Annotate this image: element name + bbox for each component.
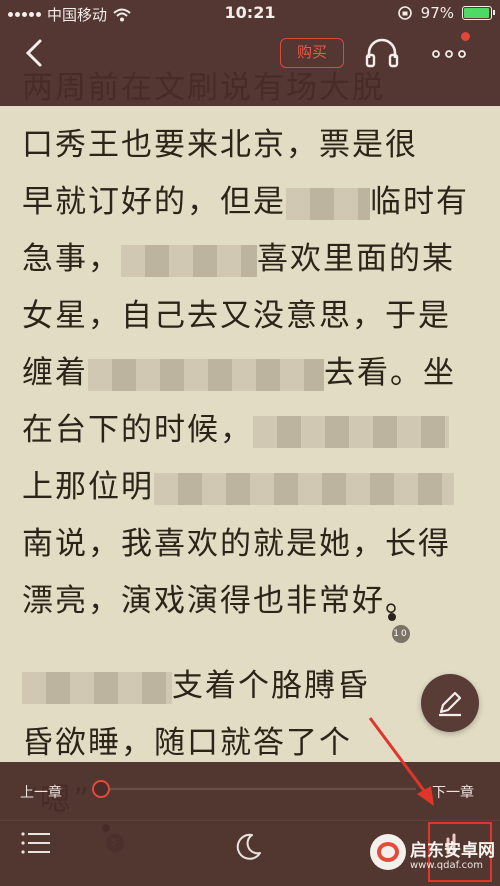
text-segment: ，票是很 — [286, 127, 418, 163]
notification-dot — [461, 32, 470, 41]
text-segment: 去看。坐 — [324, 355, 456, 391]
battery-icon — [462, 6, 495, 20]
moon-icon — [236, 833, 261, 860]
redacted-text — [22, 671, 172, 704]
text-segment: 临时有 — [370, 184, 469, 220]
note-count-badge[interactable]: 10 — [392, 625, 410, 643]
back-button[interactable] — [18, 36, 52, 70]
text-line[interactable]: 上那位明 — [22, 459, 482, 516]
text-segment: 上那位明 — [22, 469, 154, 505]
pen-note-button[interactable] — [421, 674, 479, 732]
list-icon — [21, 832, 50, 854]
chevron-left-icon — [25, 39, 42, 67]
text-line[interactable]: 漂亮，演戏演得也非常好。 10 — [22, 573, 482, 643]
text-segment: 在台下的时候， — [22, 412, 253, 448]
redacted-text — [154, 472, 454, 505]
text-segment: 支着个胳膊昏 — [172, 668, 370, 704]
text-line[interactable]: 女星，自己去又没意思，于是 — [22, 288, 482, 345]
watermark-url: www.qdaf.com — [410, 860, 483, 871]
text-line[interactable]: 口秀王也要来北京，票是很 — [22, 117, 482, 174]
buy-button[interactable]: 购买 — [280, 38, 344, 68]
text-line[interactable]: 支着个胳膊昏 — [22, 658, 482, 715]
reading-content: 两周前在文刷说有场大脱口秀王也要来北京，票是很早就订好的，但是临时有急事，喜欢里… — [22, 60, 482, 852]
site-watermark: 启东安卓网 www.qdaf.com — [364, 826, 500, 884]
text-segment: 急事， — [22, 241, 121, 277]
note-marker-dot — [388, 613, 396, 621]
redacted-text — [88, 358, 324, 391]
catalog-button[interactable] — [20, 829, 52, 857]
status-right: 97% — [397, 4, 495, 22]
text-segment: 漂亮，演戏演得也非常好。 — [22, 583, 418, 619]
text-segment: 早就订好的，但是 — [22, 184, 286, 220]
night-mode-button[interactable] — [232, 831, 264, 863]
redacted-text — [286, 187, 370, 220]
text-segment: 女星，自己去又没意思，于是 — [22, 298, 451, 334]
redacted-text — [121, 244, 257, 277]
text-segment: 昏欲睡，随口就答了个 — [22, 725, 352, 761]
status-bar: 中国移动 10:21 97% — [0, 0, 500, 26]
next-chapter-button[interactable]: 下一章 — [432, 782, 474, 802]
text-line[interactable]: 南说，我喜欢的就是她，长得 — [22, 516, 482, 573]
prev-chapter-button[interactable]: 上一章 — [20, 782, 62, 802]
top-toolbar: 中国移动 10:21 97% 购买 — [0, 0, 500, 106]
pen-icon — [439, 691, 462, 717]
watermark-name: 启东安卓网 — [410, 841, 495, 861]
text-segment: 南说，我喜欢的就是她，长得 — [22, 526, 451, 562]
audio-button[interactable] — [364, 36, 400, 70]
watermark-logo-icon — [370, 834, 406, 870]
text-segment: 口秀王也要来北京 — [22, 127, 286, 163]
more-dots-icon — [432, 50, 466, 58]
progress-track[interactable] — [96, 788, 416, 790]
chapter-progress-row: 上一章 下一章 — [0, 762, 500, 820]
headphones-icon — [365, 38, 399, 68]
text-line[interactable]: 早就订好的，但是 临时有 — [22, 174, 482, 231]
text-line[interactable]: 缠着 去看。坐 — [22, 345, 482, 402]
text-segment: 喜欢里面的某 — [257, 241, 455, 277]
battery-percent: 97% — [420, 4, 454, 22]
text-line[interactable]: 在台下的时候， — [22, 402, 482, 459]
redacted-text — [253, 415, 449, 448]
text-segment: 缠着 — [22, 355, 88, 391]
text-line[interactable]: 急事， 喜欢里面的某 — [22, 231, 482, 288]
progress-slider-thumb[interactable] — [92, 780, 110, 798]
more-button[interactable] — [428, 36, 472, 70]
orientation-lock-icon — [397, 6, 412, 20]
